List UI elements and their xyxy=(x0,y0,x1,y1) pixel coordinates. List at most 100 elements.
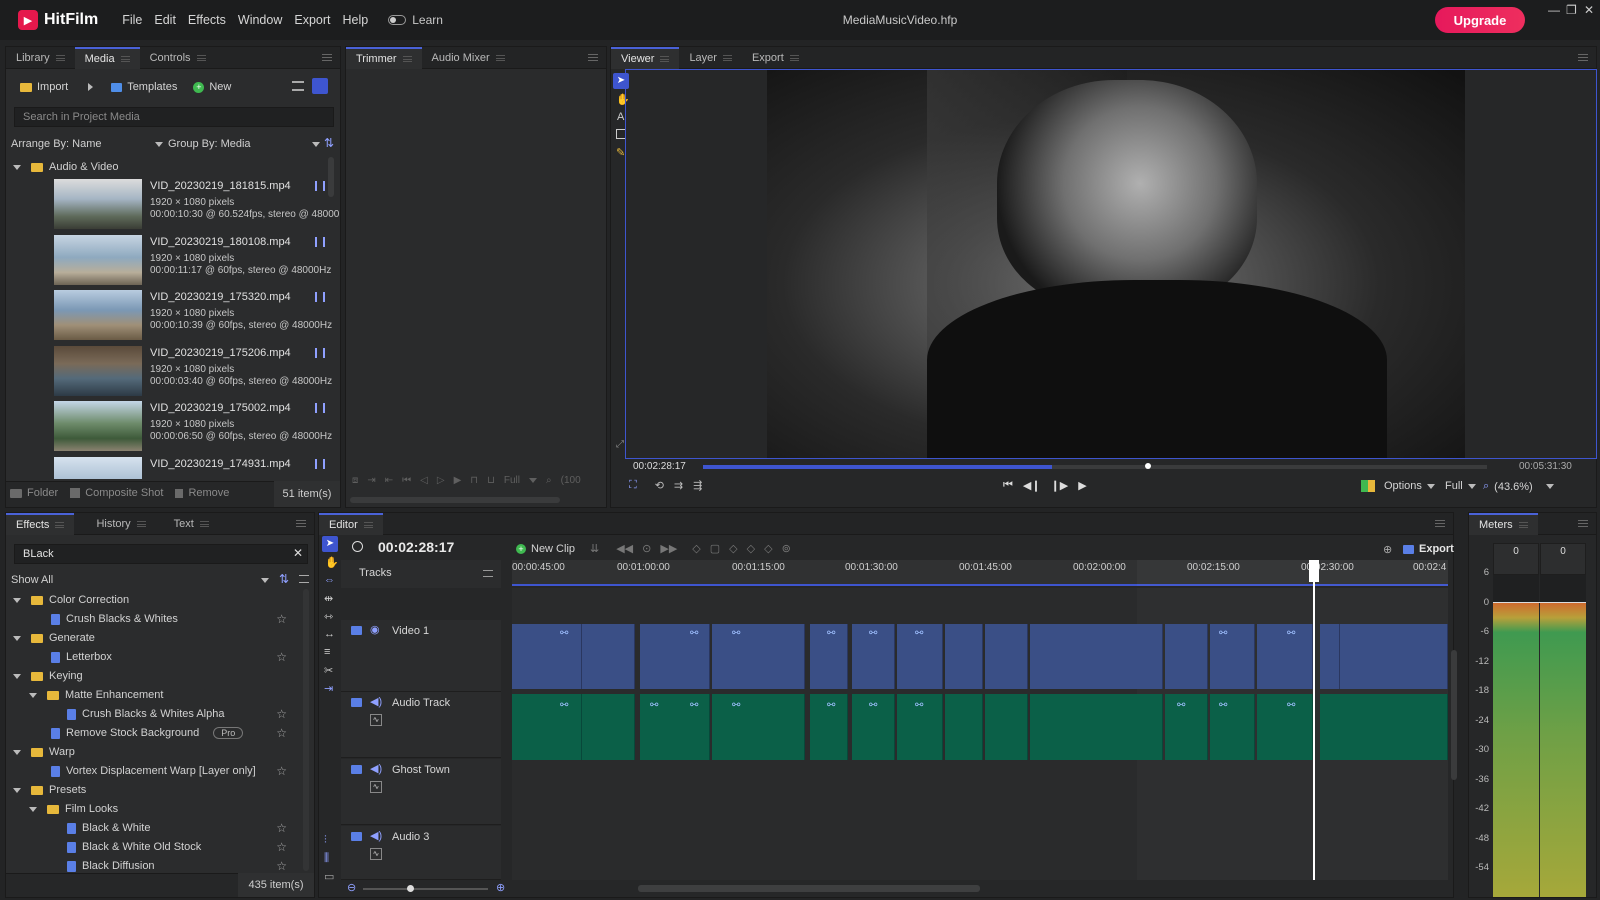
fit-view-icon[interactable]: ⛶ xyxy=(629,479,637,492)
panel-menu-icon[interactable] xyxy=(1578,520,1588,527)
panel-menu-icon[interactable] xyxy=(1435,520,1445,527)
show-all-dropdown[interactable]: Show All xyxy=(11,574,269,586)
panel-menu-icon[interactable] xyxy=(296,520,306,527)
media-item[interactable]: VID_20230219_175206.mp4 1920 × 1080 pixe… xyxy=(54,346,339,398)
effects-search-input[interactable]: BLack xyxy=(14,544,308,564)
trim-in-icon[interactable]: ⧈ xyxy=(352,475,358,486)
zoom-in-icon[interactable]: ⊕ xyxy=(496,881,505,894)
favorite-star-icon[interactable]: ☆ xyxy=(276,840,287,854)
tab-controls[interactable]: Controls xyxy=(140,47,216,69)
favorite-star-icon[interactable]: ☆ xyxy=(276,821,287,835)
clear-search-icon[interactable]: ✕ xyxy=(293,546,303,560)
restore-icon[interactable]: ❐ xyxy=(1566,3,1577,17)
resize-icon[interactable]: ⤢ xyxy=(616,439,624,450)
lift-icon[interactable]: ⇊ xyxy=(590,542,599,555)
effects-folder[interactable]: Film Looks xyxy=(29,800,299,818)
panel-menu-icon[interactable] xyxy=(322,54,332,61)
media-item[interactable]: VID_20230219_180108.mp4 1920 × 1080 pixe… xyxy=(54,235,339,287)
effects-item[interactable]: Remove Stock Background Pro ☆ xyxy=(29,724,299,742)
media-properties-icon[interactable] xyxy=(315,181,325,191)
new-button[interactable]: + New xyxy=(193,81,231,93)
speaker-icon[interactable]: ◀) xyxy=(370,829,382,842)
viewer-zoom-dropdown[interactable]: ⌕ (43.6%) xyxy=(1483,480,1554,493)
effects-item[interactable]: Crush Blacks & Whites ☆ xyxy=(29,610,299,628)
favorite-star-icon[interactable]: ☆ xyxy=(276,707,287,721)
speaker-icon[interactable]: ◀) xyxy=(370,695,382,708)
media-item[interactable]: VID_20230219_175320.mp4 1920 × 1080 pixe… xyxy=(54,290,339,342)
roll-tool-icon[interactable]: ⇿ xyxy=(324,610,333,623)
audio-clip[interactable] xyxy=(1210,694,1255,760)
waveform-icon[interactable]: ∿ xyxy=(370,714,382,726)
ripple-tool-icon[interactable]: ≡ xyxy=(324,646,330,658)
tab-media[interactable]: Media xyxy=(74,46,140,69)
learn-toggle[interactable]: Learn xyxy=(388,13,443,27)
trimmer-scrollbar[interactable] xyxy=(350,497,560,503)
tab-audio-mixer[interactable]: Audio Mixer xyxy=(422,47,515,69)
tab-text[interactable]: Text xyxy=(164,513,219,535)
snap-tool-icon[interactable]: ⇥ xyxy=(324,682,333,695)
menu-window[interactable]: Window xyxy=(232,13,288,27)
media-folder-audio-video[interactable]: Audio & Video xyxy=(13,158,119,176)
playhead-handle[interactable] xyxy=(1309,560,1319,582)
media-item[interactable]: VID_20230219_174931.mp4 xyxy=(54,457,339,479)
export-button[interactable]: Export xyxy=(1403,543,1454,555)
menu-edit[interactable]: Edit xyxy=(148,13,182,27)
audio-clip[interactable] xyxy=(1257,694,1313,760)
effects-folder[interactable]: Matte Enhancement xyxy=(29,686,299,704)
effects-item[interactable]: Letterbox ☆ xyxy=(29,648,299,666)
tab-history[interactable]: History xyxy=(86,513,155,535)
chevron-down-icon[interactable] xyxy=(13,673,21,679)
favorite-star-icon[interactable]: ☆ xyxy=(276,726,287,740)
timeline-ruler[interactable]: 00:00:45:00 00:01:00:00 00:01:15:00 00:0… xyxy=(512,560,1448,586)
view-options-icon[interactable] xyxy=(299,575,309,583)
timeline-zoom[interactable]: ⊖ ⊕ xyxy=(345,881,510,895)
menu-file[interactable]: File xyxy=(116,13,148,27)
menu-export[interactable]: Export xyxy=(288,13,336,27)
import-arrow-icon[interactable] xyxy=(88,83,94,91)
media-properties-icon[interactable] xyxy=(315,403,325,413)
favorite-star-icon[interactable]: ☆ xyxy=(276,612,287,626)
minimize-icon[interactable]: — xyxy=(1548,3,1560,17)
overwrite-icon[interactable]: ⇤ xyxy=(385,475,393,486)
video-clip[interactable] xyxy=(945,624,983,689)
upgrade-button[interactable]: Upgrade xyxy=(1435,7,1525,33)
zoom-out-icon[interactable]: ⊖ xyxy=(347,881,356,894)
chevron-down-icon[interactable] xyxy=(13,749,21,755)
text-tool-icon[interactable]: A xyxy=(617,111,624,123)
next-keyframe-icon[interactable]: ◇ xyxy=(764,542,772,555)
mark-out-icon[interactable]: ⊔ xyxy=(487,475,495,486)
chevron-down-icon[interactable] xyxy=(29,806,37,812)
chevron-down-icon[interactable] xyxy=(13,597,21,603)
sort-icon[interactable]: ⇅ xyxy=(279,572,289,586)
video-clip[interactable] xyxy=(1030,624,1163,689)
arrange-by-dropdown[interactable]: Arrange By: Name xyxy=(11,138,163,150)
remove-button[interactable]: Remove xyxy=(175,487,229,499)
effects-folder[interactable]: Generate xyxy=(13,629,299,647)
new-clip-button[interactable]: + New Clip xyxy=(516,543,575,555)
select-tool-icon[interactable]: ➤ xyxy=(322,536,338,552)
eye-icon[interactable]: ◉ xyxy=(370,623,380,636)
play-icon[interactable]: ▶ xyxy=(454,475,462,486)
step-forward-icon[interactable]: ▷ xyxy=(437,475,445,486)
tab-trimmer[interactable]: Trimmer xyxy=(346,46,422,69)
pen-tool-icon[interactable]: ✎ xyxy=(616,146,625,159)
slide-tool-icon[interactable]: ⇹ xyxy=(324,592,333,605)
group-by-dropdown[interactable]: Group By: Media xyxy=(168,138,320,150)
video-clip[interactable] xyxy=(512,624,582,689)
tab-meters[interactable]: Meters xyxy=(1469,512,1538,535)
media-properties-icon[interactable] xyxy=(315,292,325,302)
video-clip[interactable] xyxy=(1210,624,1255,689)
list-view-icon[interactable] xyxy=(292,81,304,91)
track-height-icon[interactable]: ▭ xyxy=(324,870,334,883)
video-clip[interactable] xyxy=(985,624,1028,689)
timeline-hscrollbar[interactable] xyxy=(638,885,980,892)
panel-menu-icon[interactable] xyxy=(588,54,598,61)
media-item[interactable]: VID_20230219_181815.mp4 1920 × 1080 pixe… xyxy=(54,179,339,231)
marker-icon[interactable]: ▢ xyxy=(710,542,720,555)
detail-view-icon[interactable] xyxy=(312,78,328,94)
tab-editor[interactable]: Editor xyxy=(319,512,383,535)
color-channels-icon[interactable] xyxy=(1361,480,1375,492)
track-header-audio-track[interactable]: ◀) Audio Track ∿ xyxy=(341,692,501,758)
skip-start-icon[interactable]: ⏮ xyxy=(402,475,411,486)
loop-icon[interactable]: ⟲ xyxy=(655,479,664,492)
